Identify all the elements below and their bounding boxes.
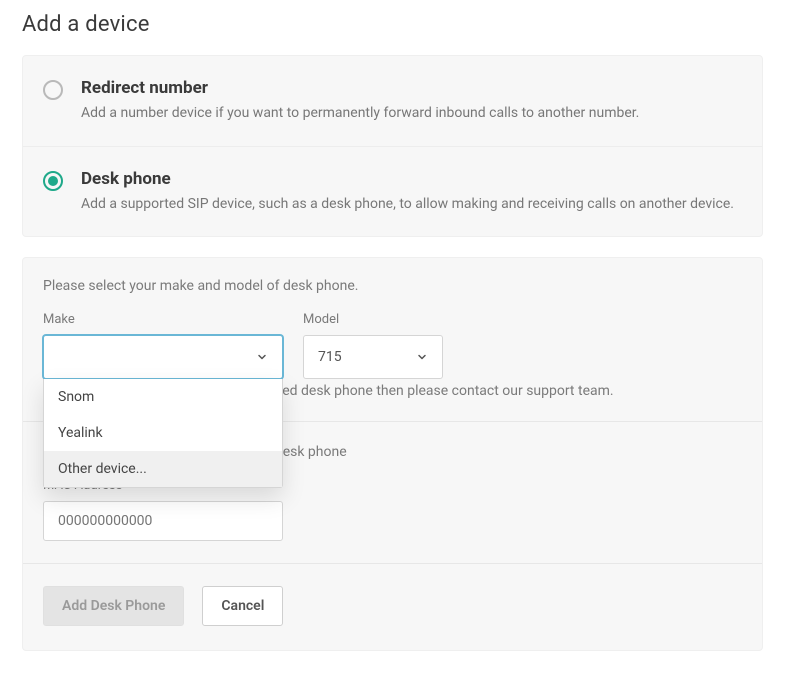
radio-checked-icon <box>43 171 63 191</box>
make-option-snom[interactable]: Snom <box>44 379 282 415</box>
make-option-yealink[interactable]: Yealink <box>44 415 282 451</box>
device-type-desk-title: Desk phone <box>81 169 742 189</box>
device-type-redirect-desc: Add a number device if you want to perma… <box>81 104 742 124</box>
device-type-panel: Redirect number Add a number device if y… <box>22 55 763 237</box>
model-selected-value: 715 <box>318 349 342 365</box>
page-title: Add a device <box>22 12 763 37</box>
form-intro-text: Please select your make and model of des… <box>43 278 742 294</box>
add-desk-phone-button[interactable]: Add Desk Phone <box>43 586 184 626</box>
divider <box>23 563 762 564</box>
radio-unchecked-icon <box>43 80 63 100</box>
make-option-other[interactable]: Other device... <box>44 451 282 487</box>
device-type-redirect[interactable]: Redirect number Add a number device if y… <box>23 56 762 146</box>
device-type-desk[interactable]: Desk phone Add a supported SIP device, s… <box>23 146 762 237</box>
device-type-redirect-title: Redirect number <box>81 78 742 98</box>
mac-address-input[interactable] <box>43 501 283 541</box>
cancel-button[interactable]: Cancel <box>202 586 283 626</box>
make-label: Make <box>43 312 283 327</box>
desk-phone-form-panel: Please select your make and model of des… <box>22 257 763 651</box>
make-select[interactable] <box>43 335 283 379</box>
make-dropdown[interactable]: Snom Yealink Other device... <box>43 379 283 488</box>
chevron-down-icon <box>416 351 428 363</box>
model-select[interactable]: 715 <box>303 335 443 379</box>
device-type-desk-desc: Add a supported SIP device, such as a de… <box>81 195 742 215</box>
model-label: Model <box>303 312 443 327</box>
chevron-down-icon <box>256 351 268 363</box>
